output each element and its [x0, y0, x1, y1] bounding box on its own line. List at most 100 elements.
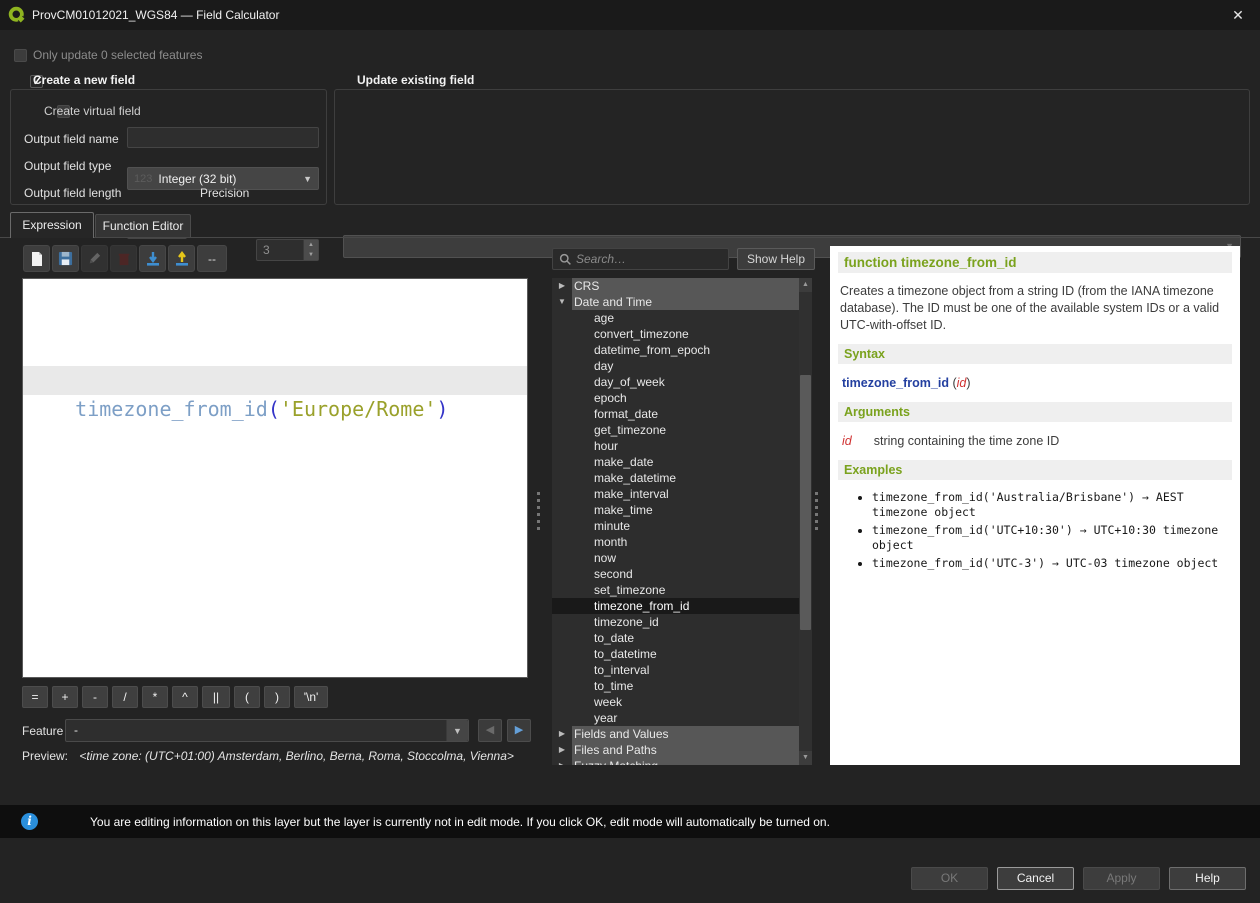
trash-icon	[117, 252, 131, 266]
splitter-handle[interactable]	[537, 492, 541, 530]
search-input[interactable]	[572, 252, 728, 266]
expand-arrow-icon[interactable]	[552, 278, 572, 294]
feature-value: -	[74, 723, 78, 737]
preview-row: Preview: <time zone: (UTC+01:00) Amsterd…	[22, 749, 514, 763]
function-tree-row[interactable]: day	[552, 358, 799, 374]
precision-label: Precision	[200, 186, 249, 200]
precision-stepper[interactable]: 3 ▲▼	[256, 239, 319, 261]
dashes-button[interactable]: --	[197, 245, 227, 272]
qgis-logo-icon	[8, 6, 26, 24]
function-tree-row[interactable]: CRS	[552, 278, 799, 294]
output-field-type-label: Output field type	[24, 159, 111, 173]
operator-button[interactable]: )	[264, 686, 290, 708]
operator-button[interactable]: /	[112, 686, 138, 708]
argument-name: id	[842, 434, 852, 448]
scroll-down-icon[interactable]: ▼	[799, 751, 812, 765]
tab-pane-border	[0, 237, 1260, 238]
function-tree-row[interactable]: timezone_from_id	[552, 598, 799, 614]
splitter-handle[interactable]	[815, 492, 819, 530]
import-expressions-button[interactable]	[139, 245, 166, 272]
function-tree-row[interactable]: convert_timezone	[552, 326, 799, 342]
operator-button[interactable]: -	[82, 686, 108, 708]
precision-value: 3	[263, 243, 270, 257]
function-tree-row[interactable]: set_timezone	[552, 582, 799, 598]
window-title: ProvCM01012021_WGS84 — Field Calculator	[32, 8, 279, 22]
tab-expression[interactable]: Expression	[10, 212, 94, 238]
only-update-checkbox[interactable]	[14, 49, 27, 62]
function-tree-row[interactable]: get_timezone	[552, 422, 799, 438]
update-existing-field-label: Update existing field	[357, 73, 474, 87]
operator-button[interactable]: ||	[202, 686, 230, 708]
spinner-arrows-icon[interactable]: ▲▼	[303, 240, 318, 260]
function-tree-row[interactable]: Files and Paths	[552, 742, 799, 758]
expand-arrow-icon[interactable]	[552, 742, 572, 758]
function-tree-row[interactable]: age	[552, 310, 799, 326]
argument-row: id string containing the time zone ID	[838, 432, 1232, 450]
save-expression-button[interactable]	[52, 245, 79, 272]
function-tree-row[interactable]: Fuzzy Matching	[552, 758, 799, 765]
function-tree-row[interactable]: Date and Time	[552, 294, 799, 310]
function-tree-row[interactable]: make_datetime	[552, 470, 799, 486]
operator-button[interactable]: *	[142, 686, 168, 708]
argument-description: string containing the time zone ID	[874, 434, 1060, 448]
function-tree-row[interactable]: to_time	[552, 678, 799, 694]
operator-button[interactable]: (	[234, 686, 260, 708]
function-tree-row[interactable]: make_time	[552, 502, 799, 518]
function-tree-row[interactable]: to_datetime	[552, 646, 799, 662]
cancel-button[interactable]: Cancel	[997, 867, 1074, 890]
edit-expression-button[interactable]	[81, 245, 108, 272]
syntax-heading: Syntax	[838, 344, 1232, 364]
new-expression-button[interactable]	[23, 245, 50, 272]
function-tree-row[interactable]: second	[552, 566, 799, 582]
integer-type-icon: 123	[134, 173, 152, 185]
function-tree-row[interactable]: minute	[552, 518, 799, 534]
preview-label: Preview:	[22, 749, 68, 763]
feature-select[interactable]: - ▼	[65, 719, 469, 742]
function-tree-row[interactable]: datetime_from_epoch	[552, 342, 799, 358]
expression-editor[interactable]: timezone_from_id('Europe/Rome')	[22, 278, 528, 678]
editor-line	[23, 308, 527, 337]
function-tree-row[interactable]: week	[552, 694, 799, 710]
export-expressions-button[interactable]	[168, 245, 195, 272]
function-tree-row[interactable]: month	[552, 534, 799, 550]
function-tree-row[interactable]: epoch	[552, 390, 799, 406]
expand-arrow-icon[interactable]	[552, 758, 572, 765]
function-tree-row[interactable]: now	[552, 550, 799, 566]
new-file-icon	[29, 251, 45, 267]
output-field-length-label: Output field length	[24, 186, 121, 200]
function-tree-row[interactable]: day_of_week	[552, 374, 799, 390]
operator-button[interactable]: =	[22, 686, 48, 708]
output-field-name-input[interactable]	[127, 127, 319, 148]
function-tree-row[interactable]: year	[552, 710, 799, 726]
function-tree-row[interactable]: make_date	[552, 454, 799, 470]
function-tree-row[interactable]: to_interval	[552, 662, 799, 678]
scroll-up-icon[interactable]: ▲	[799, 278, 812, 292]
apply-button[interactable]: Apply	[1083, 867, 1160, 890]
function-tree-row[interactable]: timezone_id	[552, 614, 799, 630]
help-button[interactable]: Help	[1169, 867, 1246, 890]
operator-button[interactable]: '\n'	[294, 686, 328, 708]
output-field-name-label: Output field name	[24, 132, 119, 146]
arguments-heading: Arguments	[838, 402, 1232, 422]
close-icon[interactable]: ✕	[1226, 4, 1250, 26]
ok-button[interactable]: OK	[911, 867, 988, 890]
save-icon	[58, 251, 73, 266]
delete-expression-button[interactable]	[110, 245, 137, 272]
operator-button[interactable]: +	[52, 686, 78, 708]
tab-function-editor[interactable]: Function Editor	[95, 214, 191, 238]
expand-arrow-icon[interactable]	[552, 294, 572, 310]
show-help-button[interactable]: Show Help	[737, 248, 815, 270]
previous-feature-button[interactable]: ◀	[478, 719, 502, 742]
function-tree-row[interactable]: Fields and Values	[552, 726, 799, 742]
function-tree-row[interactable]: hour	[552, 438, 799, 454]
tree-scrollbar[interactable]: ▲ ▼	[799, 278, 812, 765]
scrollbar-handle[interactable]	[800, 375, 811, 630]
create-virtual-field-label: Create virtual field	[44, 104, 141, 118]
function-tree-row[interactable]: format_date	[552, 406, 799, 422]
function-tree-row[interactable]: make_interval	[552, 486, 799, 502]
expand-arrow-icon[interactable]	[552, 726, 572, 742]
help-description: Creates a timezone object from a string …	[838, 281, 1232, 336]
next-feature-button[interactable]: ▶	[507, 719, 531, 742]
operator-button[interactable]: ^	[172, 686, 198, 708]
function-tree-row[interactable]: to_date	[552, 630, 799, 646]
